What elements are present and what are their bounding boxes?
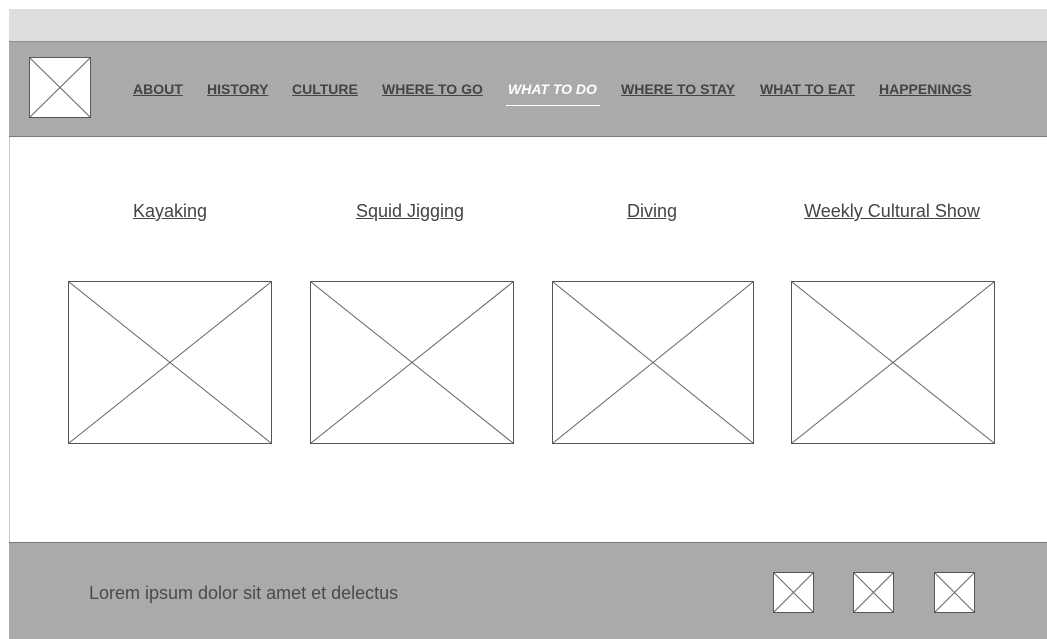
nav-link-history[interactable]: HISTORY — [207, 81, 268, 97]
social-icon-placeholder-3[interactable] — [934, 572, 975, 613]
nav-link-about[interactable]: ABOUT — [133, 81, 183, 97]
weekly-cultural-show-image-placeholder[interactable] — [791, 281, 995, 444]
activity-title-squid-jigging[interactable]: Squid Jigging — [356, 201, 464, 222]
diving-image-placeholder[interactable] — [552, 281, 754, 444]
active-nav-underline — [506, 105, 600, 106]
nav-link-where-to-go[interactable]: WHERE TO GO — [382, 81, 483, 97]
site-footer: Lorem ipsum dolor sit amet et delectus — [9, 542, 1047, 639]
nav-link-where-to-stay[interactable]: WHERE TO STAY — [621, 81, 735, 97]
social-icon-placeholder-2[interactable] — [853, 572, 894, 613]
nav-link-what-to-eat[interactable]: WHAT TO EAT — [760, 81, 855, 97]
social-icon-placeholder-1[interactable] — [773, 572, 814, 613]
kayaking-image-placeholder[interactable] — [68, 281, 272, 444]
nav-link-happenings[interactable]: HAPPENINGS — [879, 81, 972, 97]
nav-link-culture[interactable]: CULTURE — [292, 81, 358, 97]
content-left-border — [9, 137, 10, 542]
nav-link-what-to-do[interactable]: WHAT TO DO — [508, 81, 597, 97]
site-header: ABOUT HISTORY CULTURE WHERE TO GO WHAT T… — [9, 41, 1047, 137]
squid-jigging-image-placeholder[interactable] — [310, 281, 514, 444]
logo-image-placeholder[interactable] — [29, 57, 91, 118]
activity-title-diving[interactable]: Diving — [627, 201, 677, 222]
activity-title-kayaking[interactable]: Kayaking — [133, 201, 207, 222]
footer-text: Lorem ipsum dolor sit amet et delectus — [89, 583, 399, 603]
browser-top-strip — [9, 9, 1047, 41]
activity-title-weekly-cultural-show[interactable]: Weekly Cultural Show — [804, 201, 980, 222]
